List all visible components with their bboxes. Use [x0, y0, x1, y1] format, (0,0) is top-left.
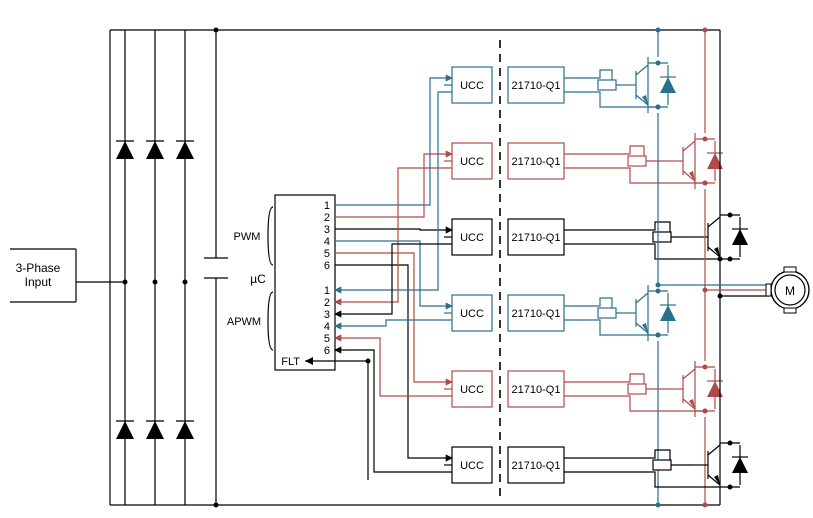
svg-text:4: 4 [324, 236, 330, 248]
motor: M [766, 267, 809, 313]
svg-text:4: 4 [324, 321, 330, 333]
pwm-pins: 1 2 3 4 5 6 [324, 200, 330, 272]
svg-text:µC: µC [250, 272, 266, 286]
svg-text:UCC: UCC [460, 232, 484, 244]
mcu-block: µC PWM APWM FLT [227, 195, 335, 370]
input-label-2: Input [25, 275, 52, 289]
svg-text:APWM: APWM [227, 316, 261, 328]
svg-text:6: 6 [324, 345, 330, 357]
svg-text:21710-Q1: 21710-Q1 [512, 232, 561, 244]
svg-text:21710-Q1: 21710-Q1 [512, 308, 561, 320]
driver-row-2: UCC 21710-Q1 [452, 28, 723, 190]
input-label-1: 3-Phase [16, 261, 61, 275]
svg-text:1: 1 [324, 200, 330, 212]
svg-text:5: 5 [324, 333, 330, 345]
svg-text:UCC: UCC [460, 460, 484, 472]
svg-text:21710-Q1: 21710-Q1 [512, 384, 561, 396]
svg-text:PWM: PWM [234, 231, 261, 243]
apwm-pins: 1 2 3 4 5 6 [324, 285, 330, 357]
svg-text:6: 6 [324, 260, 330, 272]
svg-text:5: 5 [324, 248, 330, 260]
driver-row-3: UCC 21710-Q1 [452, 30, 748, 265]
driver-row-1: UCC 21710-Q1 [452, 28, 676, 114]
svg-text:21710-Q1: 21710-Q1 [512, 460, 561, 472]
svg-text:21710-Q1: 21710-Q1 [512, 80, 561, 92]
svg-text:M: M [785, 284, 795, 298]
svg-text:2: 2 [324, 297, 330, 309]
svg-text:UCC: UCC [460, 156, 484, 168]
svg-text:3: 3 [324, 224, 330, 236]
svg-text:2: 2 [324, 212, 330, 224]
svg-text:UCC: UCC [460, 384, 484, 396]
svg-text:UCC: UCC [460, 308, 484, 320]
rectifier-bridge [76, 30, 194, 505]
svg-text:21710-Q1: 21710-Q1 [512, 156, 561, 168]
svg-text:FLT: FLT [281, 356, 300, 368]
svg-text:1: 1 [324, 285, 330, 297]
svg-text:UCC: UCC [460, 80, 484, 92]
svg-text:3: 3 [324, 309, 330, 321]
